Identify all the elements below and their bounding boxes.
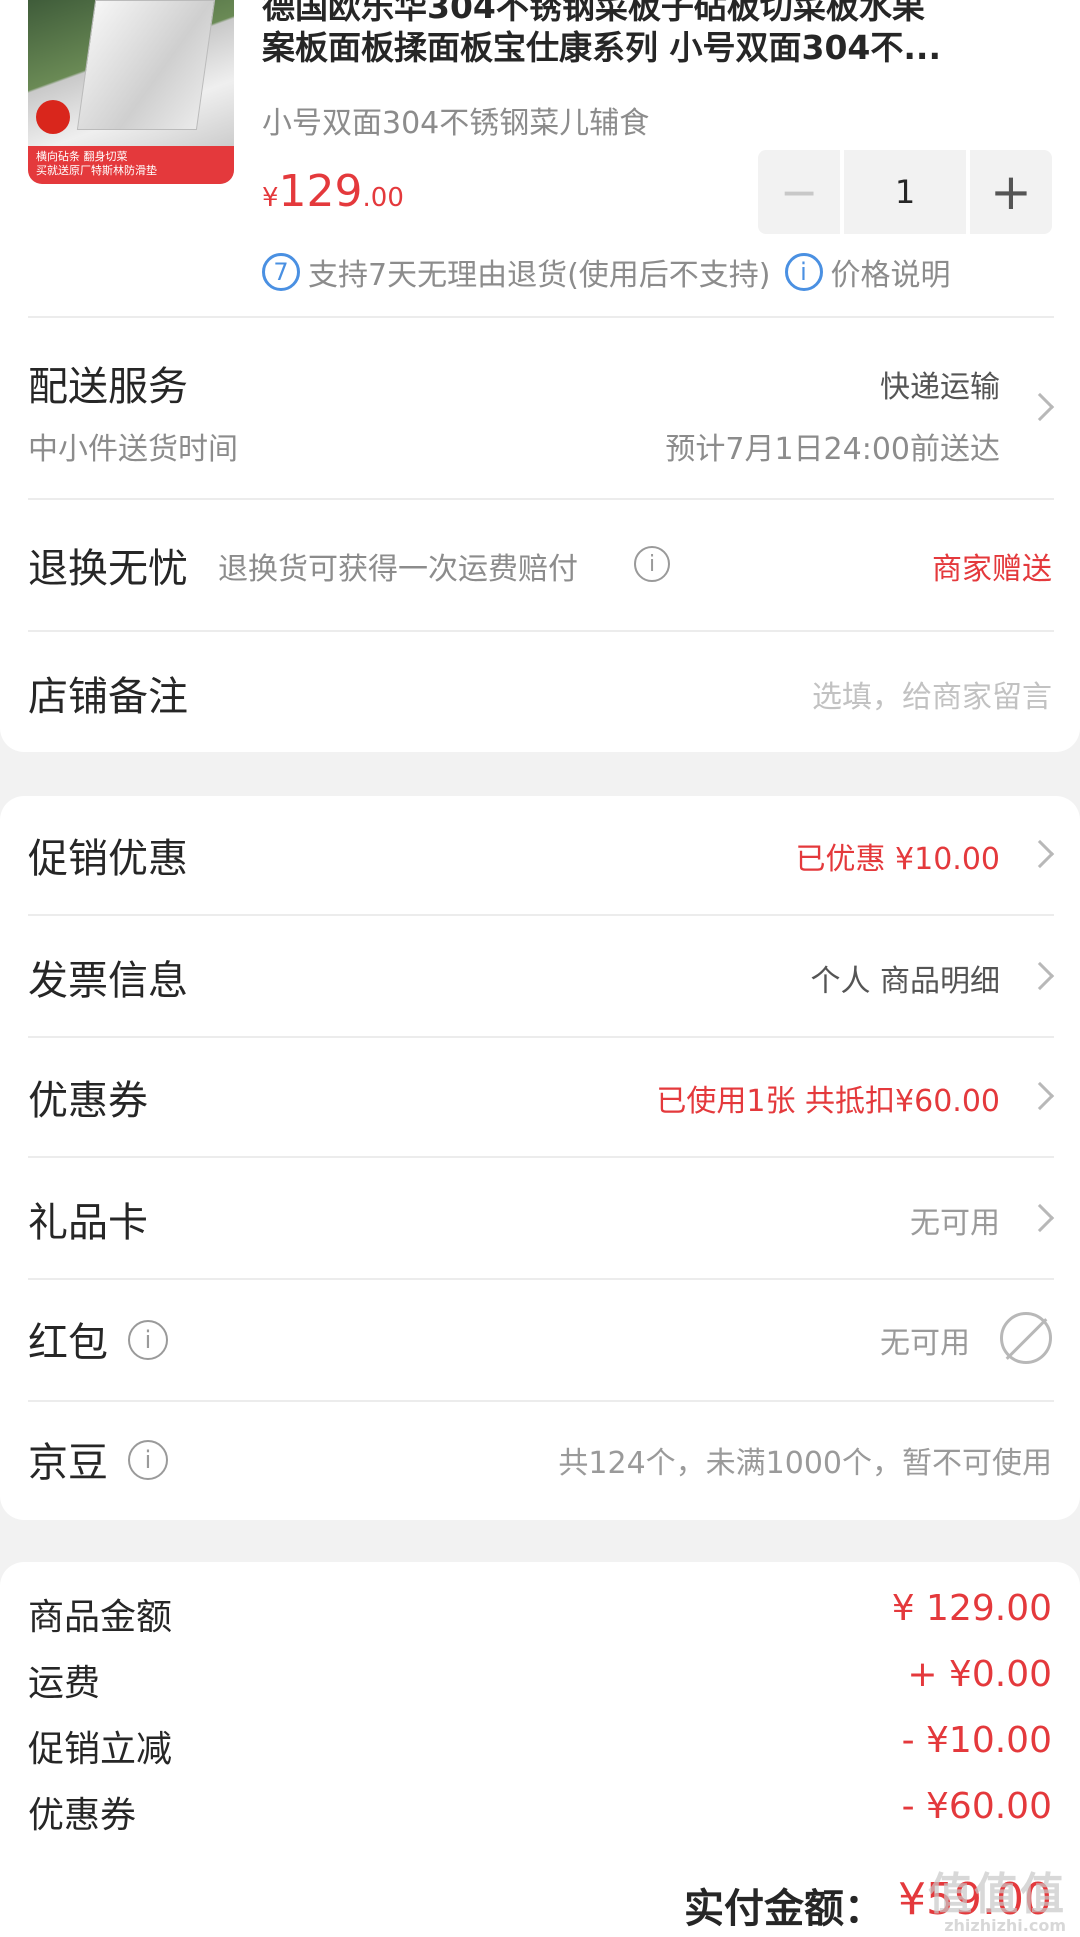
thumbnail-promo-banner: 横向砧条 翻身切菜 买就送原厂特斯林防滑垫 — [28, 146, 234, 184]
delivery-service-title: 配送服务 — [28, 364, 188, 410]
shop-note-title: 店铺备注 — [28, 674, 188, 720]
divider — [28, 1400, 1054, 1402]
info-icon[interactable]: i — [128, 1440, 168, 1480]
return-worry-free-title: 退换无忧 — [28, 546, 188, 592]
divider — [28, 498, 1054, 500]
invoice-value: 个人 商品明细 — [810, 964, 1000, 999]
increase-quantity-button[interactable]: + — [970, 150, 1052, 234]
product-spec: 小号双面304不锈钢菜儿辅食 — [262, 106, 650, 141]
summary-label-goods-amount: 商品金额 — [28, 1597, 173, 1638]
info-icon[interactable]: i — [634, 546, 670, 582]
delivery-method: 快递运输 — [880, 370, 1000, 405]
divider — [28, 630, 1054, 632]
coupon-title: 优惠券 — [28, 1078, 148, 1124]
price-currency: ¥ — [262, 183, 279, 213]
product-thumbnail[interactable]: 横向砧条 翻身切菜 买就送原厂特斯林防滑垫 — [28, 0, 234, 184]
price-decimal: .00 — [362, 183, 404, 213]
promotion-title: 促销优惠 — [28, 836, 188, 882]
order-items-card: 横向砧条 翻身切菜 买就送原厂特斯林防滑垫 德国欧乐华304不锈钢菜板子砧板切菜… — [0, 0, 1080, 752]
jingdou-title: 京豆 — [28, 1440, 108, 1486]
coupon-value: 已使用1张 共抵扣¥60.00 — [656, 1084, 1000, 1119]
product-title-line-1: 德国欧乐华304不锈钢菜板子砧板切菜板水果 — [262, 0, 925, 22]
product-price: ¥129.00 — [262, 166, 404, 217]
seven-day-return-icon: 7 — [262, 253, 300, 291]
quantity-input[interactable]: 1 — [844, 150, 966, 234]
promotion-value: 已优惠 ¥10.00 — [795, 842, 1000, 877]
red-packet-title: 红包 — [28, 1320, 108, 1366]
tomato-graphic — [36, 100, 70, 134]
shop-note-input[interactable]: 选填，给商家留言 — [812, 672, 1052, 716]
red-packet-value: 无可用 — [880, 1326, 970, 1361]
return-policy-tip: 7 支持7天无理由退货(使用后不支持) i 价格说明 — [262, 250, 951, 294]
total-payable-label: 实付金额： — [684, 1886, 884, 1932]
discounts-card: 促销优惠 已优惠 ¥10.00 发票信息 个人 商品明细 优惠券 已使用1张 共… — [0, 796, 1080, 1520]
product-title[interactable]: 德国欧乐华304不锈钢菜板子砧板切菜板水果 案板面板揉面板宝仕康系列 小号双面3… — [262, 0, 1054, 72]
thumbnail-banner-line: 横向砧条 翻身切菜 — [36, 150, 128, 163]
summary-label-coupon: 优惠券 — [28, 1795, 137, 1836]
summary-value-promo-discount: - ¥10.00 — [901, 1720, 1052, 1761]
chevron-right-icon — [1025, 392, 1055, 422]
divider — [28, 1036, 1054, 1038]
chevron-right-icon — [1025, 1081, 1055, 1111]
site-watermark: 值值值 zhizhizhi.com — [928, 1858, 1066, 1935]
price-explanation-link[interactable]: 价格说明 — [831, 250, 951, 294]
summary-label-shipping: 运费 — [28, 1663, 101, 1704]
divider — [28, 914, 1054, 916]
delivery-estimate: 预计7月1日24:00前送达 — [665, 432, 1000, 467]
summary-label-promo-discount: 促销立减 — [28, 1729, 173, 1770]
delivery-time-label: 中小件送货时间 — [28, 432, 238, 467]
price-integer: 129 — [278, 166, 363, 217]
summary-value-goods-amount: ¥ 129.00 — [891, 1588, 1052, 1629]
summary-value-shipping: + ¥0.00 — [907, 1654, 1052, 1695]
cutting-board-graphic — [76, 0, 216, 130]
chevron-right-icon — [1025, 1203, 1055, 1233]
return-policy-text: 支持7天无理由退货(使用后不支持) — [308, 258, 771, 293]
divider — [28, 316, 1054, 318]
forbidden-icon — [1000, 1312, 1052, 1364]
gift-card-title: 礼品卡 — [28, 1200, 148, 1246]
summary-value-coupon: - ¥60.00 — [901, 1786, 1052, 1827]
watermark-logo: 值值值 — [928, 1869, 1066, 1920]
chevron-right-icon — [1025, 839, 1055, 869]
return-worry-free-desc: 退换货可获得一次运费赔付 — [218, 552, 578, 587]
product-title-line-2: 案板面板揉面板宝仕康系列 小号双面304不... — [262, 28, 941, 67]
merchant-gift-label: 商家赠送 — [932, 552, 1052, 587]
quantity-stepper: − 1 + — [758, 150, 1054, 234]
invoice-title: 发票信息 — [28, 958, 188, 1004]
divider — [28, 1156, 1054, 1158]
thumbnail-banner-line: 买就送原厂特斯林防滑垫 — [36, 164, 157, 177]
decrease-quantity-button[interactable]: − — [758, 150, 840, 234]
gift-card-value: 无可用 — [910, 1206, 1000, 1241]
watermark-domain: zhizhizhi.com — [944, 1916, 1066, 1935]
jingdou-value: 共124个，未满1000个，暂不可使用 — [558, 1446, 1052, 1481]
chevron-right-icon — [1025, 961, 1055, 991]
info-icon[interactable]: i — [784, 253, 823, 291]
divider — [28, 1278, 1054, 1280]
info-icon[interactable]: i — [128, 1320, 168, 1360]
